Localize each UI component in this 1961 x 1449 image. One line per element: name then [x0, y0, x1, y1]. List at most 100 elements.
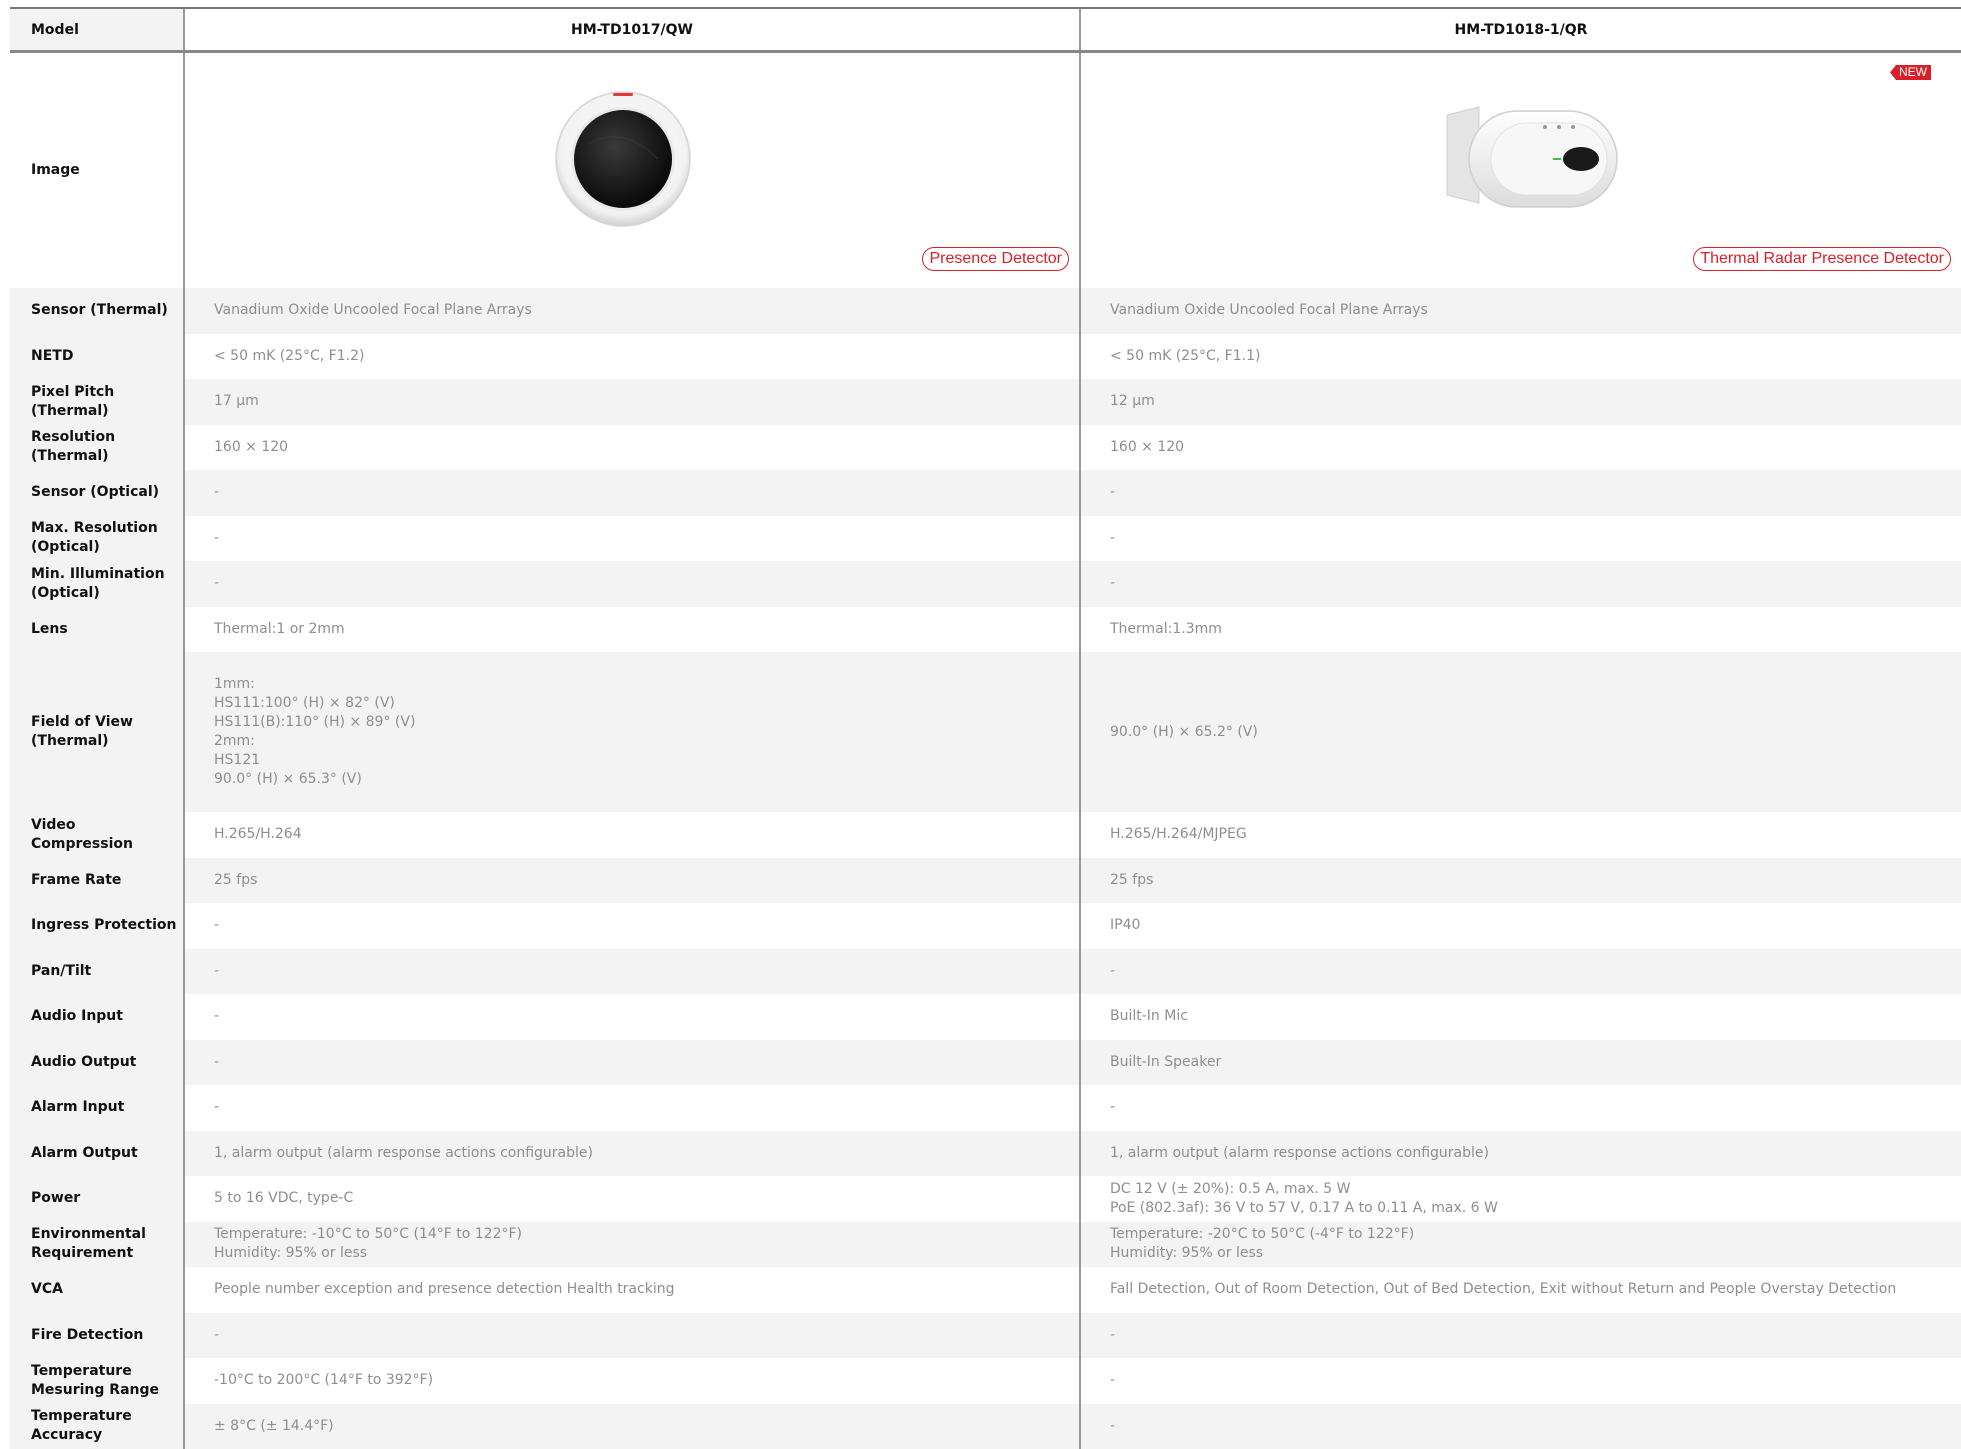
oval-wall-detector-icon[interactable]: [1439, 95, 1619, 220]
spec-row: Temperature Accuracy± 8°C (± 14.4°F)-: [10, 1404, 1961, 1449]
spec-row: Frame Rate25 fps25 fps: [10, 858, 1961, 904]
spec-row: Environmental RequirementTemperature: -1…: [10, 1222, 1961, 1268]
value-model-a: -: [184, 994, 1080, 1040]
row-label: Ingress Protection: [10, 903, 184, 949]
spec-comparison-page: Model HM-TD1017/QW HM-TD1018-1/QR Image: [0, 0, 1961, 1437]
spec-row: Alarm Output1, alarm output (alarm respo…: [10, 1131, 1961, 1177]
value-model-a: Thermal:1 or 2mm: [184, 607, 1080, 653]
value-model-a: 1, alarm output (alarm response actions …: [184, 1131, 1080, 1177]
product-tag-a: Presence Detector: [922, 247, 1069, 271]
value-model-b: 12 μm: [1080, 379, 1961, 425]
spec-row: Max. Resolution (Optical)--: [10, 516, 1961, 562]
value-model-a: 5 to 16 VDC, type-C: [184, 1176, 1080, 1222]
value-model-b: 90.0° (H) × 65.2° (V): [1080, 652, 1961, 812]
value-model-a: 17 μm: [184, 379, 1080, 425]
value-model-a: -: [184, 561, 1080, 607]
row-label: Audio Input: [10, 994, 184, 1040]
row-label: Pan/Tilt: [10, 949, 184, 995]
value-model-a: -10°C to 200°C (14°F to 392°F): [184, 1358, 1080, 1404]
row-label: Resolution (Thermal): [10, 425, 184, 471]
value-model-a: Temperature: -10°C to 50°C (14°F to 122°…: [184, 1222, 1080, 1268]
product-image-cell-a: Presence Detector: [184, 52, 1080, 289]
spec-row: Alarm Input--: [10, 1085, 1961, 1131]
spec-row: Ingress Protection-IP40: [10, 903, 1961, 949]
value-model-a: -: [184, 1040, 1080, 1086]
value-model-b: -: [1080, 1085, 1961, 1131]
spec-row: Audio Input-Built-In Mic: [10, 994, 1961, 1040]
value-model-b: -: [1080, 1404, 1961, 1449]
model-name-a[interactable]: HM-TD1017/QW: [184, 8, 1080, 52]
round-thermal-detector-icon[interactable]: [553, 89, 693, 229]
row-label: Max. Resolution (Optical): [10, 516, 184, 562]
value-model-a: ± 8°C (± 14.4°F): [184, 1404, 1080, 1449]
row-label: Alarm Output: [10, 1131, 184, 1177]
row-label: Frame Rate: [10, 858, 184, 904]
value-model-a: 1mm: HS111:100° (H) × 82° (V) HS111(B):1…: [184, 652, 1080, 812]
row-label: Min. Illumination (Optical): [10, 561, 184, 607]
row-label: Audio Output: [10, 1040, 184, 1086]
spec-row: Pan/Tilt--: [10, 949, 1961, 995]
row-label: Lens: [10, 607, 184, 653]
value-model-b: 1, alarm output (alarm response actions …: [1080, 1131, 1961, 1177]
spec-row: Audio Output-Built-In Speaker: [10, 1040, 1961, 1086]
value-model-a: People number exception and presence det…: [184, 1267, 1080, 1313]
value-model-a: -: [184, 903, 1080, 949]
row-label: VCA: [10, 1267, 184, 1313]
value-model-a: -: [184, 949, 1080, 995]
spec-row: Temperature Mesuring Range -10°C to 200°…: [10, 1358, 1961, 1404]
value-model-b: 160 × 120: [1080, 425, 1961, 471]
value-model-a: 160 × 120: [184, 425, 1080, 471]
value-model-b: Temperature: -20°C to 50°C (-4°F to 122°…: [1080, 1222, 1961, 1268]
value-model-b: H.265/H.264/MJPEG: [1080, 812, 1961, 858]
product-tag-b: Thermal Radar Presence Detector: [1693, 247, 1951, 271]
value-model-b: -: [1080, 470, 1961, 516]
model-header-row: Model HM-TD1017/QW HM-TD1018-1/QR: [10, 8, 1961, 52]
spec-row: Sensor (Optical)--: [10, 470, 1961, 516]
spec-row: Field of View (Thermal)1mm: HS111:100° (…: [10, 652, 1961, 812]
new-badge: NEW: [1890, 65, 1931, 80]
row-label: Temperature Accuracy: [10, 1404, 184, 1449]
value-model-b: -: [1080, 949, 1961, 995]
value-model-a: 25 fps: [184, 858, 1080, 904]
image-row: Image: [10, 52, 1961, 289]
value-model-a: -: [184, 1313, 1080, 1359]
row-label: Image: [10, 52, 184, 289]
value-model-b: < 50 mK (25°C, F1.1): [1080, 334, 1961, 380]
value-model-b: IP40: [1080, 903, 1961, 949]
value-model-a: -: [184, 470, 1080, 516]
row-label: Sensor (Thermal): [10, 288, 184, 334]
model-name-b[interactable]: HM-TD1018-1/QR: [1080, 8, 1961, 52]
value-model-b: Built-In Speaker: [1080, 1040, 1961, 1086]
row-label: Pixel Pitch (Thermal): [10, 379, 184, 425]
spec-row: Sensor (Thermal)Vanadium Oxide Uncooled …: [10, 288, 1961, 334]
value-model-a: -: [184, 1085, 1080, 1131]
value-model-b: -: [1080, 1358, 1961, 1404]
row-label: Sensor (Optical): [10, 470, 184, 516]
value-model-a: H.265/H.264: [184, 812, 1080, 858]
value-model-a: -: [184, 516, 1080, 562]
row-label: Environmental Requirement: [10, 1222, 184, 1268]
spec-row: VCAPeople number exception and presence …: [10, 1267, 1961, 1313]
spec-comparison-table: Model HM-TD1017/QW HM-TD1018-1/QR Image: [10, 7, 1961, 1449]
row-label: Alarm Input: [10, 1085, 184, 1131]
row-label: NETD: [10, 334, 184, 380]
spec-row: Min. Illumination (Optical)--: [10, 561, 1961, 607]
spec-row: Fire Detection--: [10, 1313, 1961, 1359]
spec-row: Resolution (Thermal)160 × 120160 × 120: [10, 425, 1961, 471]
value-model-b: -: [1080, 561, 1961, 607]
spec-row: LensThermal:1 or 2mmThermal:1.3mm: [10, 607, 1961, 653]
value-model-a: < 50 mK (25°C, F1.2): [184, 334, 1080, 380]
value-model-b: Thermal:1.3mm: [1080, 607, 1961, 653]
value-model-b: Built-In Mic: [1080, 994, 1961, 1040]
product-image-cell-b: NEW: [1080, 52, 1961, 289]
row-label: Video Compression: [10, 812, 184, 858]
spec-row: Power5 to 16 VDC, type-CDC 12 V (± 20%):…: [10, 1176, 1961, 1222]
row-label: Temperature Mesuring Range: [10, 1358, 184, 1404]
value-model-b: Fall Detection, Out of Room Detection, O…: [1080, 1267, 1961, 1313]
row-label: Field of View (Thermal): [10, 652, 184, 812]
row-label: Power: [10, 1176, 184, 1222]
value-model-b: -: [1080, 516, 1961, 562]
value-model-a: Vanadium Oxide Uncooled Focal Plane Arra…: [184, 288, 1080, 334]
spec-row: Pixel Pitch (Thermal)17 μm12 μm: [10, 379, 1961, 425]
spec-row: NETD< 50 mK (25°C, F1.2)< 50 mK (25°C, F…: [10, 334, 1961, 380]
